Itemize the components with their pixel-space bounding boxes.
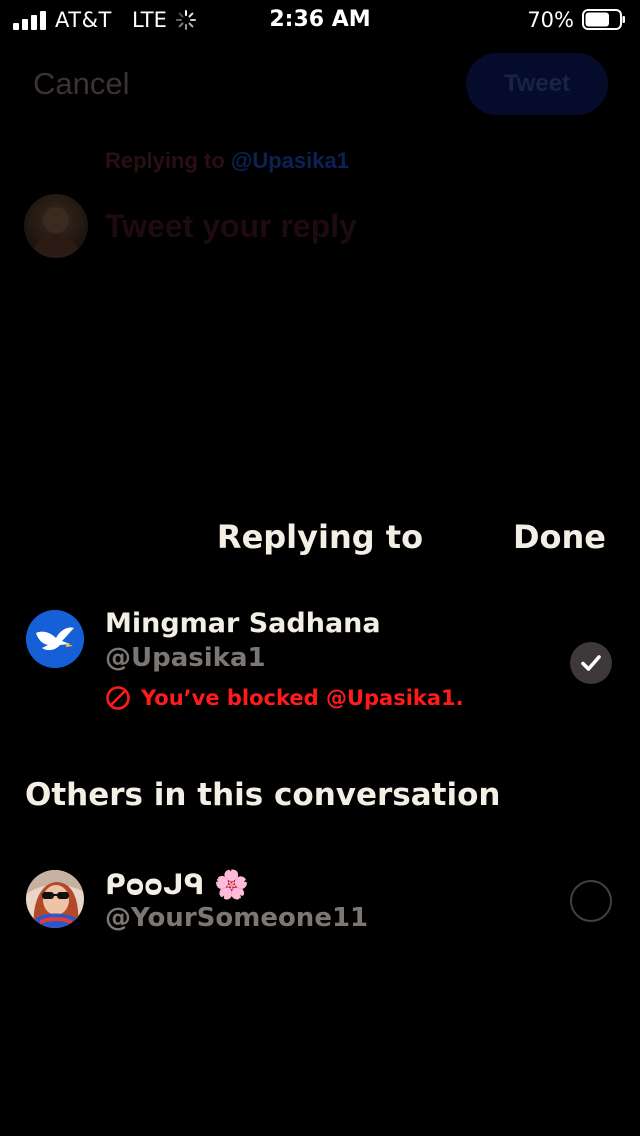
- checkmark-icon: [581, 655, 601, 671]
- cancel-button[interactable]: Cancel: [33, 66, 130, 102]
- others-section-heading: Others in this conversation: [25, 777, 501, 813]
- other-user-row[interactable]: ᑭᴑᴑᒍᑫ 🌸 @YourSomeone11: [0, 860, 640, 940]
- person-photo-icon: [32, 207, 80, 258]
- replying-to-prefix: Replying to: [105, 148, 225, 173]
- blocked-message: You’ve blocked @Upasika1.: [141, 686, 464, 710]
- block-icon: [106, 686, 130, 710]
- compose-tweet-layer: Cancel Tweet Replying to @Upasika1 Tweet…: [0, 0, 640, 480]
- user-avatar: [26, 610, 84, 668]
- dove-icon: [26, 610, 84, 668]
- blocked-warning: You’ve blocked @Upasika1.: [105, 683, 464, 713]
- reply-screen: AT&T LTE 2:36 AM 70% Cancel Tweet Replyi…: [0, 0, 640, 1136]
- user-avatar: [26, 870, 84, 928]
- tweet-button[interactable]: Tweet: [466, 53, 608, 115]
- user-handle: @YourSomeone11: [105, 903, 369, 933]
- done-button[interactable]: Done: [513, 518, 606, 556]
- user-name: ᑭᴑᴑᒍᑫ 🌸: [105, 868, 250, 901]
- my-avatar: [24, 194, 88, 258]
- tweet-reply-input[interactable]: Tweet your reply: [105, 208, 357, 245]
- unselected-checkbox[interactable]: [570, 880, 612, 922]
- user-handle: @Upasika1: [105, 643, 266, 673]
- person-photo-icon: [26, 870, 84, 928]
- replying-to-handle: @Upasika1: [230, 148, 349, 173]
- selected-checkbox[interactable]: [570, 642, 612, 684]
- replying-to-line[interactable]: Replying to @Upasika1: [105, 148, 349, 174]
- user-name: Mingmar Sadhana: [105, 608, 381, 639]
